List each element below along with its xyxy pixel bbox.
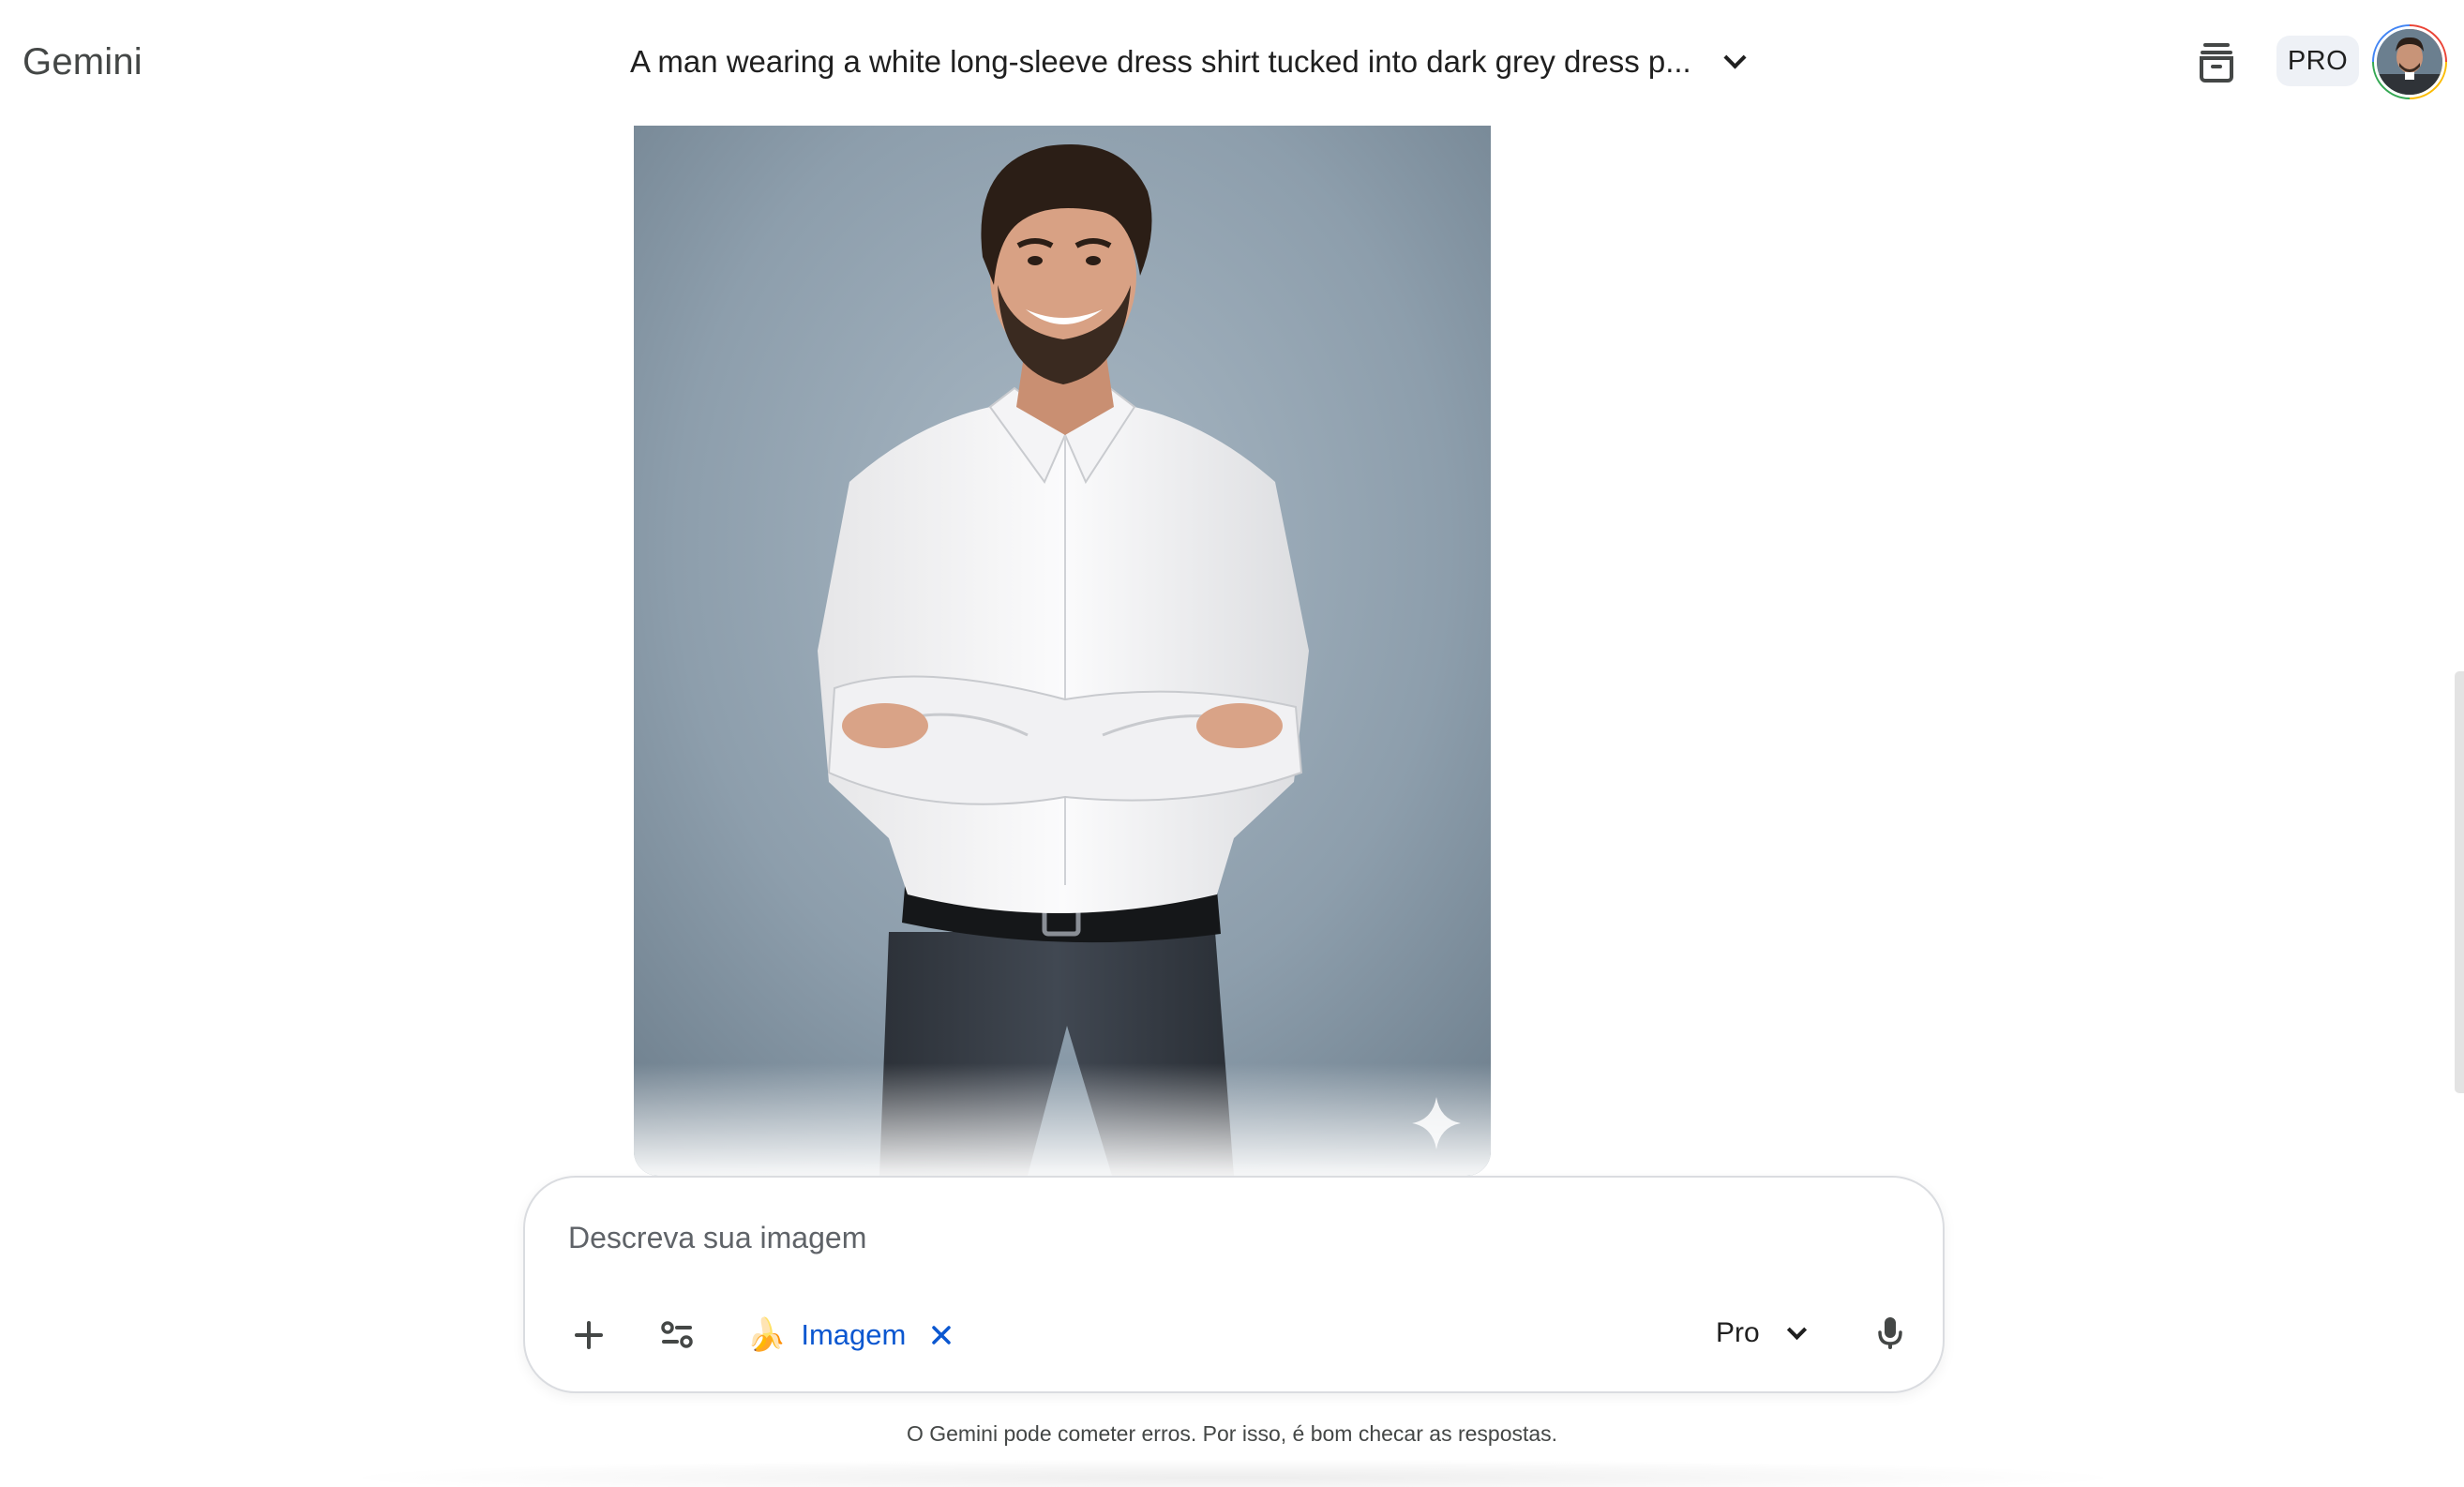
image-tool-label: Imagem [801, 1318, 907, 1351]
prompt-input[interactable] [568, 1211, 1787, 1264]
generated-image[interactable] [634, 126, 1491, 1176]
prompt-composer: 🍌 Imagem Pro [523, 1176, 1945, 1393]
tools-button[interactable] [647, 1305, 707, 1365]
chat-history-button[interactable] [2192, 38, 2241, 86]
plus-icon [575, 1321, 603, 1349]
model-selector[interactable]: Pro [1716, 1305, 1807, 1361]
pro-plan-badge[interactable]: PRO [2276, 36, 2359, 86]
model-label: Pro [1716, 1317, 1760, 1348]
image-tool-chip[interactable]: 🍌 Imagem [746, 1309, 956, 1361]
tools-icon [661, 1321, 693, 1348]
disclaimer-text: O Gemini pode cometer erros. Por isso, é… [906, 1421, 1558, 1446]
add-attachment-button[interactable] [559, 1305, 619, 1365]
bottom-shadow [328, 1459, 2138, 1487]
microphone-icon [1878, 1317, 1902, 1349]
gemini-page: Gemini A man wearing a white long-sleeve… [0, 0, 2464, 1487]
close-icon [932, 1326, 952, 1344]
generated-image-portrait [634, 126, 1491, 1176]
conversation-title: A man wearing a white long-sleeve dress … [630, 44, 1691, 79]
app-title[interactable]: Gemini [23, 36, 143, 88]
chevron-down-icon [1723, 45, 1747, 69]
microphone-button[interactable] [1860, 1303, 1920, 1363]
avatar [2374, 26, 2445, 98]
page-scrollbar[interactable] [2455, 671, 2464, 1093]
banana-icon: 🍌 [746, 1317, 787, 1353]
remove-tool-button[interactable] [926, 1320, 956, 1350]
account-avatar-button[interactable] [2372, 24, 2447, 99]
conversation-title-dropdown[interactable]: A man wearing a white long-sleeve dress … [630, 34, 1747, 90]
chevron-down-icon [1786, 1319, 1807, 1340]
chat-history-icon [2200, 43, 2233, 83]
